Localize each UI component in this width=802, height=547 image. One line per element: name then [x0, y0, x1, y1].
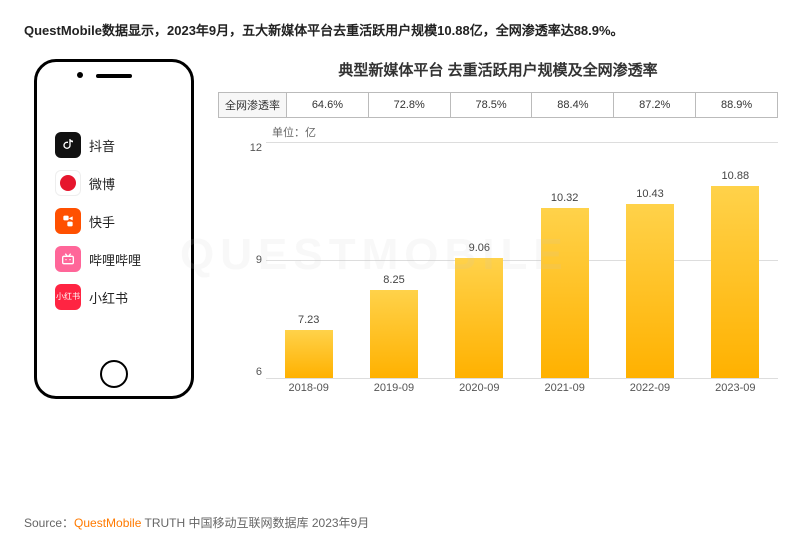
app-label: 哔哩哔哩 — [89, 250, 141, 269]
plot-area: 12 9 6 7.238.259.0610.3210.4310.88 2018-… — [266, 142, 778, 402]
content-row: 抖音 微博 快手 哔哩哔哩 小红书 — [24, 59, 778, 402]
bar-col: 10.32 — [522, 142, 607, 378]
source-line: Source：QuestMobile TRUTH 中国移动互联网数据库 2023… — [24, 514, 369, 531]
source-brand: QuestMobile — [74, 516, 141, 530]
x-tick-label: 2019-09 — [351, 378, 436, 402]
app-weibo: 微博 — [55, 170, 173, 196]
bilibili-icon — [55, 246, 81, 272]
app-label: 抖音 — [89, 136, 115, 155]
bar-value-label: 10.88 — [722, 170, 750, 182]
app-label: 微博 — [89, 174, 115, 193]
kuaishou-icon — [55, 208, 81, 234]
bar-value-label: 7.23 — [298, 314, 319, 326]
app-label: 小红书 — [89, 288, 128, 307]
phone-home-button-icon — [100, 360, 128, 388]
x-tick-label: 2018-09 — [266, 378, 351, 402]
source-prefix: Source： — [24, 516, 74, 530]
bar-col: 10.43 — [607, 142, 692, 378]
phone-camera — [77, 72, 83, 78]
bar — [455, 258, 503, 378]
weibo-icon — [55, 170, 81, 196]
bars-row: 7.23 8.25 9.06 10.32 10.43 10.88 — [266, 142, 778, 378]
penetration-rate-table: 全网渗透率 64.6% 72.8% 78.5% 88.4% 87.2% 88.9… — [218, 92, 778, 118]
bar — [711, 186, 759, 378]
phone-screen: 抖音 微博 快手 哔哩哔哩 小红书 — [47, 92, 181, 350]
rate-cell: 88.4% — [532, 93, 614, 118]
app-label: 快手 — [89, 212, 115, 231]
rate-cell: 87.2% — [614, 93, 696, 118]
bar — [541, 208, 589, 378]
x-tick-label: 2023-09 — [693, 378, 778, 402]
unit-label: 单位：亿 — [272, 124, 778, 140]
y-tick: 12 — [236, 142, 262, 154]
app-bilibili: 哔哩哔哩 — [55, 246, 173, 272]
phone-speaker — [96, 74, 132, 78]
x-axis-labels: 2018-092019-092020-092021-092022-092023-… — [266, 378, 778, 402]
rate-cell: 78.5% — [450, 93, 532, 118]
bar-value-label: 9.06 — [469, 242, 490, 254]
bar-value-label: 10.43 — [636, 188, 664, 200]
bar — [285, 330, 333, 378]
app-kuaishou: 快手 — [55, 208, 173, 234]
app-douyin: 抖音 — [55, 132, 173, 158]
y-tick: 9 — [236, 254, 262, 266]
chart-title: 典型新媒体平台 去重活跃用户规模及全网渗透率 — [218, 59, 778, 80]
bar-col: 10.88 — [693, 142, 778, 378]
y-axis: 12 9 6 — [236, 142, 262, 378]
rate-label-cell: 全网渗透率 — [219, 93, 287, 118]
bar-value-label: 8.25 — [383, 274, 404, 286]
y-tick: 6 — [236, 366, 262, 378]
chart-container: 典型新媒体平台 去重活跃用户规模及全网渗透率 全网渗透率 64.6% 72.8%… — [218, 59, 778, 402]
bar — [626, 204, 674, 378]
rate-cell: 64.6% — [287, 93, 369, 118]
rate-cell: 88.9% — [696, 93, 778, 118]
app-xiaohongshu: 小红书 小红书 — [55, 284, 173, 310]
table-row: 全网渗透率 64.6% 72.8% 78.5% 88.4% 87.2% 88.9… — [219, 93, 778, 118]
douyin-icon — [55, 132, 81, 158]
bar-value-label: 10.32 — [551, 192, 579, 204]
page-headline: QuestMobile数据显示，2023年9月，五大新媒体平台去重活跃用户规模1… — [24, 20, 778, 39]
xiaohongshu-icon: 小红书 — [55, 284, 81, 310]
x-tick-label: 2020-09 — [437, 378, 522, 402]
bar — [370, 290, 418, 379]
x-tick-label: 2021-09 — [522, 378, 607, 402]
bar-col: 8.25 — [351, 142, 436, 378]
bar-col: 7.23 — [266, 142, 351, 378]
source-rest: TRUTH 中国移动互联网数据库 2023年9月 — [141, 516, 369, 530]
bar-col: 9.06 — [437, 142, 522, 378]
phone-mockup: 抖音 微博 快手 哔哩哔哩 小红书 — [34, 59, 194, 399]
rate-cell: 72.8% — [368, 93, 450, 118]
x-tick-label: 2022-09 — [607, 378, 692, 402]
